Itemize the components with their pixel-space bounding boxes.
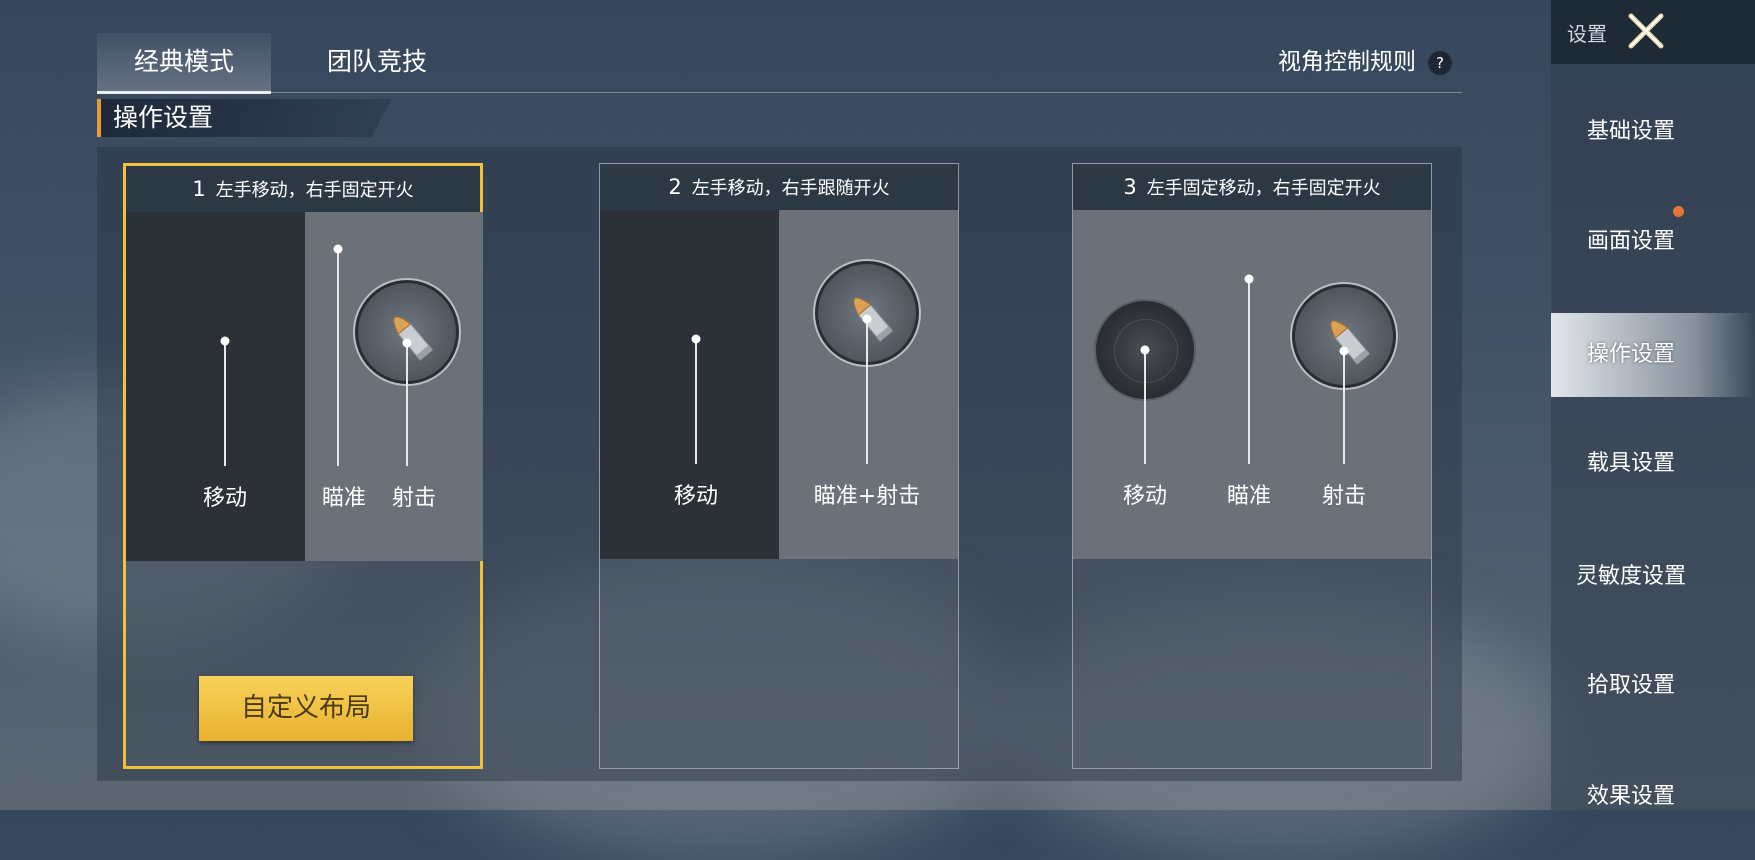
leader-line bbox=[1248, 279, 1250, 464]
sidebar-header: 设置 bbox=[1551, 0, 1755, 64]
sidebar-item-label: 画面设置 bbox=[1586, 229, 1675, 254]
card-number: 1 bbox=[192, 177, 206, 201]
leader-line bbox=[1144, 350, 1146, 464]
sidebar-item-effects[interactable]: 效果设置 bbox=[1551, 755, 1755, 839]
sidebar-item-label: 效果设置 bbox=[1586, 784, 1675, 809]
leader-line bbox=[406, 343, 408, 466]
card-title: 2 左手移动，右手跟随开火 bbox=[600, 164, 958, 210]
sidebar-item-label: 拾取设置 bbox=[1586, 673, 1675, 698]
custom-layout-button[interactable]: 自定义布局 bbox=[199, 676, 413, 741]
sidebar-item-basic[interactable]: 基础设置 bbox=[1551, 90, 1755, 174]
close-icon[interactable] bbox=[1623, 8, 1669, 54]
layout-card-1[interactable]: 1 左手移动，右手固定开火 移动 瞄准 射击 自定义布局 bbox=[123, 163, 483, 769]
card-title: 1 左手移动，右手固定开火 bbox=[126, 166, 480, 212]
leader-line bbox=[337, 249, 339, 466]
sidebar-item-pickup[interactable]: 拾取设置 bbox=[1551, 644, 1755, 728]
tab-classic-mode[interactable]: 经典模式 bbox=[97, 33, 271, 94]
sidebar-item-label: 载具设置 bbox=[1586, 451, 1675, 476]
card-title: 3 左手固定移动，右手固定开火 bbox=[1073, 164, 1431, 210]
leader-dot bbox=[220, 336, 230, 346]
control-layout-panel: 1 左手移动，右手固定开火 移动 瞄准 射击 自定义布局 2 左手移动，右手跟随… bbox=[97, 147, 1462, 781]
help-icon[interactable]: ? bbox=[1428, 50, 1452, 75]
leader-dot bbox=[1140, 345, 1150, 355]
move-label: 移动 bbox=[202, 486, 248, 511]
section-title: 操作设置 bbox=[113, 103, 214, 132]
layout-card-2[interactable]: 2 左手移动，右手跟随开火 移动 瞄准+射击 bbox=[599, 163, 959, 769]
card-title-text: 左手移动，右手跟随开火 bbox=[691, 178, 890, 199]
section-header: 操作设置 bbox=[97, 99, 392, 137]
sidebar-item-label: 灵敏度设置 bbox=[1575, 564, 1686, 589]
leader-dot bbox=[333, 244, 343, 254]
sidebar-title: 设置 bbox=[1567, 22, 1607, 46]
aim-label: 瞄准 bbox=[1226, 484, 1272, 509]
tab-team-deathmatch[interactable]: 团队竞技 bbox=[297, 33, 457, 91]
sidebar-item-vehicle[interactable]: 载具设置 bbox=[1551, 422, 1755, 506]
card-number: 2 bbox=[668, 175, 682, 199]
leader-dot bbox=[862, 314, 872, 324]
move-label: 移动 bbox=[1122, 484, 1168, 509]
aim-label: 瞄准 bbox=[321, 486, 367, 511]
leader-dot bbox=[402, 338, 412, 348]
leader-line bbox=[1343, 351, 1345, 464]
card-title-text: 左手固定移动，右手固定开火 bbox=[1146, 178, 1381, 199]
view-control-rules-label: 视角控制规则 bbox=[1278, 49, 1416, 75]
leader-dot bbox=[1339, 346, 1349, 356]
settings-sidebar: 设置 基础设置 画面设置 操作设置 载具设置 灵敏度设置 拾取设置 效果设置 bbox=[1551, 0, 1755, 810]
layout-card-3[interactable]: 3 左手固定移动，右手固定开火 移动 瞄准 射击 bbox=[1072, 163, 1432, 769]
leader-line bbox=[224, 341, 226, 466]
leader-dot bbox=[1244, 274, 1254, 284]
leader-dot bbox=[691, 334, 701, 344]
card-number: 3 bbox=[1123, 175, 1137, 199]
leader-line bbox=[866, 319, 868, 464]
mode-tabs: 经典模式 团队竞技 视角控制规则? bbox=[97, 33, 1462, 94]
leader-line bbox=[695, 339, 697, 464]
shoot-label: 射击 bbox=[391, 486, 437, 511]
sidebar-item-graphics[interactable]: 画面设置 bbox=[1551, 200, 1755, 284]
sidebar-item-sensitivity[interactable]: 灵敏度设置 bbox=[1551, 535, 1755, 619]
sidebar-item-label: 操作设置 bbox=[1586, 342, 1675, 367]
card-title-text: 左手移动，右手固定开火 bbox=[215, 180, 414, 201]
shoot-label: 射击 bbox=[1321, 484, 1367, 509]
notification-dot bbox=[1673, 206, 1684, 217]
sidebar-item-controls[interactable]: 操作设置 bbox=[1551, 313, 1755, 397]
move-label: 移动 bbox=[673, 484, 719, 509]
view-control-rules-link[interactable]: 视角控制规则? bbox=[1278, 33, 1452, 91]
aim-shoot-label: 瞄准+射击 bbox=[813, 484, 921, 509]
sidebar-item-label: 基础设置 bbox=[1586, 119, 1675, 144]
